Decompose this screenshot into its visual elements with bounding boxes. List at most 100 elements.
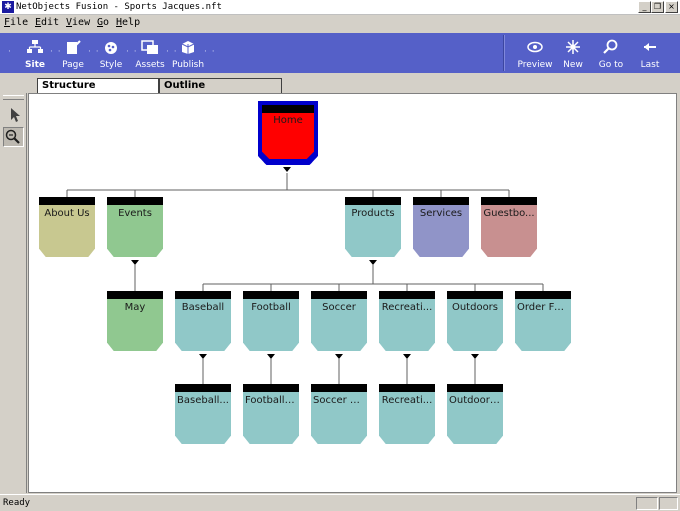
site-icon <box>27 40 43 53</box>
zoom-tool[interactable] <box>3 127 24 147</box>
page-node-header <box>39 197 95 205</box>
page-node-header <box>107 197 163 205</box>
page-node-label: Products <box>351 208 395 219</box>
page-node-header <box>481 197 537 205</box>
page-node-header <box>175 384 231 392</box>
tab-outline[interactable]: Outline <box>159 78 282 93</box>
page-node-home[interactable]: Home <box>258 101 318 165</box>
arrow-pointer-icon <box>11 108 20 122</box>
page-node-label: Baseball... <box>177 395 229 406</box>
netobjects-app-icon[interactable]: ✱ <box>2 1 14 13</box>
new-page-button[interactable]: New <box>558 33 588 73</box>
site-structure-canvas[interactable]: Home About Us Events Products Services Guest… <box>28 93 677 493</box>
page-node-products[interactable]: Products <box>345 197 401 257</box>
style-icon <box>105 42 117 54</box>
menu-go[interactable]: Go <box>97 17 109 28</box>
tab-structure[interactable]: Structure <box>37 78 159 93</box>
page-node-subpage[interactable]: Football ... <box>243 384 299 444</box>
close-button[interactable]: × <box>665 1 678 13</box>
page-node-header <box>379 291 435 299</box>
page-node-guestbo[interactable]: Guestbo... <box>481 197 537 257</box>
page-node-order-fo[interactable]: Order Fo... <box>515 291 571 351</box>
palette-grip[interactable] <box>3 95 24 100</box>
toolbar-separator: · · <box>204 47 216 57</box>
page-node-header <box>379 384 435 392</box>
goto-icon <box>603 39 618 54</box>
collapse-caret-level3[interactable] <box>267 354 275 359</box>
page-icon <box>67 40 81 54</box>
collapse-caret-level3[interactable] <box>335 354 343 359</box>
page-node-baseball[interactable]: Baseball <box>175 291 231 351</box>
collapse-caret-level3[interactable] <box>403 354 411 359</box>
page-node-label: May <box>124 302 146 313</box>
page-node-label: Services <box>419 208 463 219</box>
page-node-label: Guestbo... <box>483 208 535 219</box>
menu-file[interactable]: File <box>4 17 28 28</box>
page-node-about-us[interactable]: About Us <box>39 197 95 257</box>
page-node-label: Outdoors <box>451 302 499 313</box>
collapse-caret-home[interactable] <box>283 167 291 172</box>
assets-icon <box>141 40 158 54</box>
publish-icon <box>181 41 195 54</box>
page-node-header <box>107 291 163 299</box>
preview-button[interactable]: Preview <box>515 33 555 73</box>
status-text: Ready <box>3 498 31 508</box>
page-node-subpage[interactable]: Outdoor ... <box>447 384 503 444</box>
page-node-outdoors[interactable]: Outdoors <box>447 291 503 351</box>
preview-icon <box>527 41 543 53</box>
menu-view[interactable]: View <box>66 17 90 28</box>
new-icon <box>566 40 580 54</box>
zoom-magnifier-icon <box>5 129 20 144</box>
collapse-caret-level3[interactable] <box>199 354 207 359</box>
style-view-button[interactable]: Style <box>96 33 126 73</box>
restore-button[interactable]: ❐ <box>651 1 664 13</box>
page-node-header <box>447 384 503 392</box>
minimize-button[interactable]: _ <box>638 1 651 13</box>
page-node-label: Outdoor ... <box>449 395 501 406</box>
toolbar-separator: · <box>8 47 12 57</box>
page-node-header <box>447 291 503 299</box>
menu-bar: File Edit View Go Help <box>0 15 680 32</box>
view-tabs: Structure Outline <box>0 73 680 93</box>
page-node-subpage[interactable]: Soccer E... <box>311 384 367 444</box>
collapse-caret-products[interactable] <box>369 260 377 265</box>
last-page-button[interactable]: Last <box>634 33 666 73</box>
page-node-subpage[interactable]: Baseball... <box>175 384 231 444</box>
page-node-football[interactable]: Football <box>243 291 299 351</box>
menu-help[interactable]: Help <box>116 17 140 28</box>
pointer-tool[interactable] <box>3 105 24 125</box>
collapse-caret-events[interactable] <box>131 260 139 265</box>
page-node-label: Football ... <box>245 395 297 406</box>
assets-view-button[interactable]: Assets <box>133 33 167 73</box>
page-node-events[interactable]: Events <box>107 197 163 257</box>
site-view-button[interactable]: Site <box>20 33 50 73</box>
page-node-label: Soccer E... <box>313 395 365 406</box>
page-node-header <box>311 384 367 392</box>
page-node-subpage[interactable]: Recreati... <box>379 384 435 444</box>
page-node-label: Order Fo... <box>517 302 569 313</box>
publish-view-button[interactable]: Publish <box>170 33 206 73</box>
go-to-button[interactable]: Go to <box>594 33 628 73</box>
view-toolbar: · Site · · Page · · Style · · Assets · ·… <box>0 33 680 73</box>
page-node-soccer[interactable]: Soccer <box>311 291 367 351</box>
page-node-header <box>515 291 571 299</box>
page-node-header <box>345 197 401 205</box>
window-title: NetObjects Fusion - Sports Jacques.nft <box>16 2 222 12</box>
page-node-may[interactable]: May <box>107 291 163 351</box>
page-node-recreati[interactable]: Recreati... <box>379 291 435 351</box>
title-bar: ✱ NetObjects Fusion - Sports Jacques.nft… <box>0 0 680 15</box>
menu-edit[interactable]: Edit <box>35 17 59 28</box>
toolbar-divider <box>503 35 505 71</box>
page-node-header <box>413 197 469 205</box>
page-node-label: About Us <box>44 208 90 219</box>
page-node-label: Soccer <box>322 302 356 313</box>
page-node-label: Football <box>251 302 291 313</box>
page-view-button[interactable]: Page <box>58 33 88 73</box>
page-node-services[interactable]: Services <box>413 197 469 257</box>
collapse-caret-level3[interactable] <box>471 354 479 359</box>
status-bar: Ready <box>0 494 680 511</box>
page-node-label: Recreati... <box>381 395 433 406</box>
page-node-label: Events <box>118 208 152 219</box>
page-node-header <box>262 105 314 113</box>
page-node-label: Baseball <box>181 302 225 313</box>
